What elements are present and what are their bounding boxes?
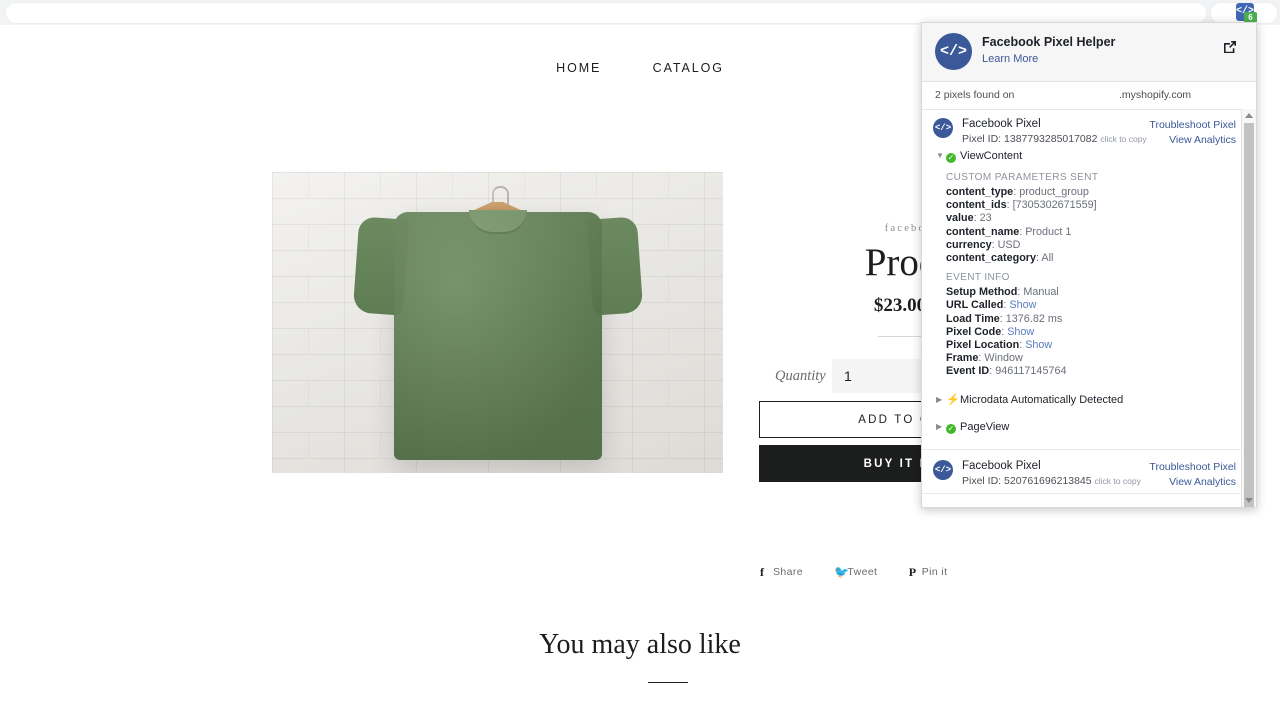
- view-analytics-link[interactable]: View Analytics: [1169, 476, 1236, 488]
- share-twitter-label: Tweet: [847, 566, 878, 578]
- status-ok-icon: ✓: [946, 153, 956, 163]
- info-key: Load Time: [946, 312, 1000, 325]
- status-ok-icon: ✓: [946, 423, 956, 434]
- info-key: Pixel Location: [946, 339, 1020, 352]
- troubleshoot-pixel-link[interactable]: Troubleshoot Pixel: [1149, 461, 1236, 473]
- share-pinterest[interactable]: P Pin it: [909, 565, 948, 580]
- param-key: value: [946, 212, 974, 225]
- param-value: product_group: [1019, 186, 1089, 198]
- green-tshirt: [352, 210, 643, 460]
- copy-hint: click to copy: [1094, 475, 1141, 486]
- pixel-logo-icon: </>: [933, 118, 953, 138]
- param-value: Product 1: [1025, 225, 1072, 238]
- pixels-found-row: 2 pixels found on .myshopify.com: [922, 82, 1256, 110]
- pinterest-icon: P: [908, 565, 917, 579]
- param-value: 23: [979, 212, 992, 225]
- facebook-icon: f: [760, 565, 765, 579]
- info-key: Setup Method: [946, 286, 1018, 299]
- info-pixel-code: Pixel Code: Show: [946, 325, 1035, 338]
- chevron-down-icon: ▼: [936, 151, 944, 160]
- related-products-heading: You may also like: [539, 629, 741, 660]
- chevron-right-icon: ▶: [936, 394, 943, 404]
- event-name: PageView: [960, 420, 1010, 433]
- info-pixel-location: Pixel Location: Show: [946, 339, 1053, 352]
- copy-hint: click to copy: [1100, 134, 1147, 144]
- info-value: Window: [984, 352, 1023, 365]
- info-key: Frame: [946, 352, 979, 365]
- param-value: USD: [997, 238, 1021, 251]
- tshirt-shading: [393, 212, 602, 460]
- param-content-category: content_category: All: [946, 252, 1054, 265]
- event-row-viewcontent[interactable]: ▼ ✓ ViewContent: [922, 145, 1256, 165]
- event-row-microdata[interactable]: ▶ ⚡Microdata Automatically Detected: [922, 388, 1256, 408]
- info-key: Event ID: [946, 365, 990, 378]
- pixel-block: </> Facebook Pixel Pixel ID: 52076169621…: [922, 450, 1256, 494]
- show-pixel-location-link[interactable]: Show: [1025, 339, 1052, 351]
- popup-scrollbar[interactable]: [1241, 109, 1256, 507]
- learn-more-link[interactable]: Learn More: [982, 53, 1038, 65]
- pixels-found-domain: .myshopify.com: [1119, 89, 1192, 101]
- troubleshoot-pixel-link[interactable]: Troubleshoot Pixel: [1149, 119, 1236, 131]
- param-content-ids: content_ids: [7305302671559]: [946, 199, 1097, 212]
- pixel-logo-icon: </>: [933, 459, 953, 480]
- info-load-time: Load Time: 1376.82 ms: [946, 312, 1063, 325]
- pixel-helper-logo-icon: </>: [935, 33, 972, 70]
- nav-catalog[interactable]: CATALOG: [653, 61, 724, 75]
- info-value: 946117145764: [995, 365, 1067, 378]
- event-name: ViewContent: [960, 150, 1023, 162]
- pixel-id-value: Pixel ID: 520761696213845: [962, 474, 1092, 487]
- facebook-pixel-helper-popup: </> Facebook Pixel Helper Learn More 2 p…: [921, 22, 1257, 508]
- related-divider: [648, 682, 688, 683]
- share-facebook-label: Share: [773, 566, 804, 578]
- info-key: Pixel Code: [946, 325, 1002, 338]
- param-content-name: content_name: Product 1: [946, 225, 1072, 238]
- social-share-row: f Share 🐦Tweet P Pin it: [760, 565, 1040, 580]
- param-key: content_type: [946, 186, 1014, 198]
- event-info-label: EVENT INFO: [946, 272, 1010, 284]
- param-content-type: content_type: product_group: [946, 186, 1089, 198]
- info-event-id: Event ID: 946117145764: [946, 365, 1067, 378]
- popup-scroll-area: </> Facebook Pixel Pixel ID: 13877932850…: [922, 110, 1256, 506]
- nav-home[interactable]: HOME: [556, 61, 601, 75]
- pixel-block: </> Facebook Pixel Pixel ID: 13877932850…: [922, 110, 1256, 450]
- param-value: value: 23: [946, 212, 992, 225]
- custom-parameters-label: CUSTOM PARAMETERS SENT: [946, 172, 1099, 183]
- scroll-down-arrow-icon[interactable]: [1245, 498, 1253, 503]
- bolt-icon: ⚡: [946, 393, 960, 406]
- info-setup-method: Setup Method: Manual: [946, 286, 1059, 299]
- scroll-up-arrow-icon[interactable]: [1245, 113, 1253, 118]
- param-key: content_name: [946, 225, 1020, 238]
- external-link-icon[interactable]: [1222, 39, 1238, 55]
- info-key: URL Called: [946, 299, 1004, 312]
- event-row-pageview[interactable]: ▶ ✓ PageView: [922, 416, 1256, 436]
- param-value: [7305302671559]: [1012, 199, 1097, 212]
- popup-header: </> Facebook Pixel Helper Learn More: [922, 23, 1256, 82]
- pixel-id-value: Pixel ID: 1387793285017082: [962, 133, 1098, 145]
- pixels-found-text: 2 pixels found on: [935, 89, 1015, 101]
- popup-title: Facebook Pixel Helper: [982, 35, 1116, 49]
- show-pixel-code-link[interactable]: Show: [1007, 326, 1034, 338]
- scrollbar-thumb[interactable]: [1244, 123, 1254, 507]
- param-value: All: [1041, 252, 1054, 265]
- info-value: 1376.82 ms: [1005, 312, 1063, 325]
- show-url-link[interactable]: Show: [1009, 299, 1036, 311]
- chevron-right-icon: ▶: [936, 421, 943, 431]
- param-key: content_category: [946, 252, 1036, 265]
- share-pinterest-label: Pin it: [921, 566, 948, 578]
- address-bar[interactable]: [5, 2, 1207, 24]
- info-url-called: URL Called: Show: [946, 299, 1037, 312]
- twitter-icon: 🐦: [834, 565, 850, 579]
- product-image[interactable]: [272, 172, 723, 473]
- share-facebook[interactable]: f Share: [760, 565, 803, 580]
- param-key: content_ids: [946, 199, 1007, 212]
- param-currency: currency: USD: [946, 238, 1021, 251]
- event-name: Microdata Automatically Detected: [960, 393, 1124, 406]
- info-value: Manual: [1023, 286, 1059, 299]
- param-key: currency: [946, 238, 992, 251]
- quantity-label: Quantity: [775, 368, 826, 384]
- share-twitter[interactable]: 🐦Tweet: [834, 565, 877, 580]
- info-frame: Frame: Window: [946, 352, 1023, 365]
